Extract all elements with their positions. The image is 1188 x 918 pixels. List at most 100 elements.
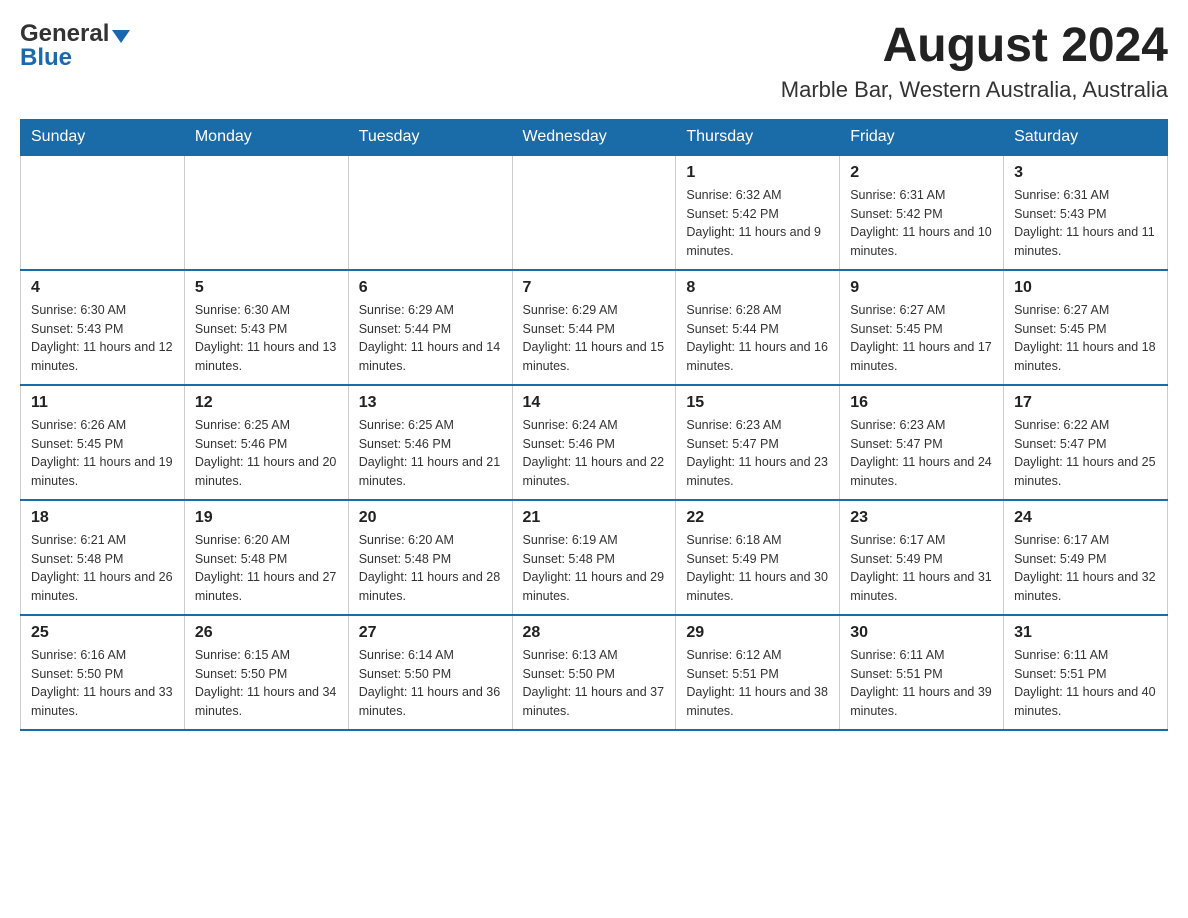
col-monday: Monday: [184, 119, 348, 155]
day-number: 3: [1014, 164, 1157, 182]
day-number: 23: [850, 509, 993, 527]
calendar-cell: 21Sunrise: 6:19 AMSunset: 5:48 PMDayligh…: [512, 500, 676, 615]
day-info: Sunrise: 6:11 AMSunset: 5:51 PMDaylight:…: [850, 646, 993, 721]
day-number: 30: [850, 624, 993, 642]
day-info: Sunrise: 6:15 AMSunset: 5:50 PMDaylight:…: [195, 646, 338, 721]
calendar-cell: 7 Sunrise: 6:29 AMSunset: 5:44 PMDaylight…: [512, 270, 676, 385]
day-info: Sunrise: 6:23 AMSunset: 5:47 PMDaylight:…: [686, 416, 829, 491]
col-thursday: Thursday: [676, 119, 840, 155]
calendar-week-3: 11 Sunrise: 6:26 AMSunset: 5:45 PMDayligh…: [21, 385, 1168, 500]
calendar-cell: 20 Sunrise: 6:20 AMSunset: 5:48 PMDayligh…: [348, 500, 512, 615]
day-number: 22: [686, 509, 829, 527]
calendar-cell: 15 Sunrise: 6:23 AMSunset: 5:47 PMDayligh…: [676, 385, 840, 500]
calendar-cell: 22 Sunrise: 6:18 AMSunset: 5:49 PMDayligh…: [676, 500, 840, 615]
calendar-cell: 31 Sunrise: 6:11 AMSunset: 5:51 PMDayligh…: [1004, 615, 1168, 730]
calendar-cell: [512, 155, 676, 270]
day-number: 28: [523, 624, 666, 642]
page-header: General Blue August 2024 Marble Bar, Wes…: [20, 20, 1168, 103]
day-info: Sunrise: 6:14 AMSunset: 5:50 PMDaylight:…: [359, 646, 502, 721]
day-info: Sunrise: 6:23 AMSunset: 5:47 PMDaylight:…: [850, 416, 993, 491]
day-info: Sunrise: 6:12 AMSunset: 5:51 PMDaylight:…: [686, 646, 829, 721]
day-info: Sunrise: 6:31 AMSunset: 5:42 PMDaylight:…: [850, 186, 993, 261]
day-number: 5: [195, 279, 338, 297]
day-number: 15: [686, 394, 829, 412]
calendar-cell: 5 Sunrise: 6:30 AMSunset: 5:43 PMDaylight…: [184, 270, 348, 385]
day-info: Sunrise: 6:27 AMSunset: 5:45 PMDaylight:…: [850, 301, 993, 376]
day-number: 26: [195, 624, 338, 642]
col-sunday: Sunday: [21, 119, 185, 155]
logo: General Blue: [20, 20, 130, 72]
day-info: Sunrise: 6:16 AMSunset: 5:50 PMDaylight:…: [31, 646, 174, 721]
day-info: Sunrise: 6:22 AMSunset: 5:47 PMDaylight:…: [1014, 416, 1157, 491]
calendar-cell: 6Sunrise: 6:29 AMSunset: 5:44 PMDaylight…: [348, 270, 512, 385]
day-info: Sunrise: 6:30 AMSunset: 5:43 PMDaylight:…: [31, 301, 174, 376]
calendar-cell: 23 Sunrise: 6:17 AMSunset: 5:49 PMDayligh…: [840, 500, 1004, 615]
day-number: 1: [686, 164, 829, 182]
calendar-cell: 27 Sunrise: 6:14 AMSunset: 5:50 PMDayligh…: [348, 615, 512, 730]
calendar-cell: 1 Sunrise: 6:32 AMSunset: 5:42 PMDaylight…: [676, 155, 840, 270]
calendar-cell: 18 Sunrise: 6:21 AMSunset: 5:48 PMDayligh…: [21, 500, 185, 615]
calendar-cell: 12 Sunrise: 6:25 AMSunset: 5:46 PMDayligh…: [184, 385, 348, 500]
day-info: Sunrise: 6:18 AMSunset: 5:49 PMDaylight:…: [686, 531, 829, 606]
calendar-cell: [348, 155, 512, 270]
day-info: Sunrise: 6:13 AMSunset: 5:50 PMDaylight:…: [523, 646, 666, 721]
day-number: 31: [1014, 624, 1157, 642]
col-tuesday: Tuesday: [348, 119, 512, 155]
day-number: 17: [1014, 394, 1157, 412]
day-number: 27: [359, 624, 502, 642]
calendar-cell: 29 Sunrise: 6:12 AMSunset: 5:51 PMDayligh…: [676, 615, 840, 730]
calendar-cell: 17 Sunrise: 6:22 AMSunset: 5:47 PMDayligh…: [1004, 385, 1168, 500]
day-info: Sunrise: 6:29 AMSunset: 5:44 PMDaylight:…: [523, 301, 666, 376]
calendar-cell: 28 Sunrise: 6:13 AMSunset: 5:50 PMDayligh…: [512, 615, 676, 730]
day-info: Sunrise: 6:25 AMSunset: 5:46 PMDaylight:…: [195, 416, 338, 491]
calendar-header-row: Sunday Monday Tuesday Wednesday Thursday…: [21, 119, 1168, 155]
day-number: 11: [31, 394, 174, 412]
logo-blue-text: Blue: [20, 44, 72, 72]
day-number: 16: [850, 394, 993, 412]
title-section: August 2024 Marble Bar, Western Australi…: [781, 20, 1168, 103]
calendar-cell: [21, 155, 185, 270]
day-number: 9: [850, 279, 993, 297]
day-info: Sunrise: 6:25 AMSunset: 5:46 PMDaylight:…: [359, 416, 502, 491]
day-number: 12: [195, 394, 338, 412]
day-info: Sunrise: 6:28 AMSunset: 5:44 PMDaylight:…: [686, 301, 829, 376]
day-number: 6: [359, 279, 502, 297]
day-number: 24: [1014, 509, 1157, 527]
calendar-cell: 19 Sunrise: 6:20 AMSunset: 5:48 PMDayligh…: [184, 500, 348, 615]
calendar-cell: 16 Sunrise: 6:23 AMSunset: 5:47 PMDayligh…: [840, 385, 1004, 500]
day-number: 4: [31, 279, 174, 297]
day-number: 7: [523, 279, 666, 297]
calendar-cell: 8 Sunrise: 6:28 AMSunset: 5:44 PMDaylight…: [676, 270, 840, 385]
day-info: Sunrise: 6:20 AMSunset: 5:48 PMDaylight:…: [359, 531, 502, 606]
day-number: 29: [686, 624, 829, 642]
col-saturday: Saturday: [1004, 119, 1168, 155]
calendar-week-4: 18 Sunrise: 6:21 AMSunset: 5:48 PMDayligh…: [21, 500, 1168, 615]
day-info: Sunrise: 6:26 AMSunset: 5:45 PMDaylight:…: [31, 416, 174, 491]
day-number: 2: [850, 164, 993, 182]
day-info: Sunrise: 6:24 AMSunset: 5:46 PMDaylight:…: [523, 416, 666, 491]
day-number: 8: [686, 279, 829, 297]
calendar-cell: 14Sunrise: 6:24 AMSunset: 5:46 PMDayligh…: [512, 385, 676, 500]
month-title: August 2024: [781, 20, 1168, 73]
col-friday: Friday: [840, 119, 1004, 155]
calendar-cell: 30 Sunrise: 6:11 AMSunset: 5:51 PMDayligh…: [840, 615, 1004, 730]
day-info: Sunrise: 6:20 AMSunset: 5:48 PMDaylight:…: [195, 531, 338, 606]
day-number: 13: [359, 394, 502, 412]
calendar-week-2: 4 Sunrise: 6:30 AMSunset: 5:43 PMDaylight…: [21, 270, 1168, 385]
day-info: Sunrise: 6:27 AMSunset: 5:45 PMDaylight:…: [1014, 301, 1157, 376]
calendar-cell: 24Sunrise: 6:17 AMSunset: 5:49 PMDayligh…: [1004, 500, 1168, 615]
day-info: Sunrise: 6:11 AMSunset: 5:51 PMDaylight:…: [1014, 646, 1157, 721]
day-info: Sunrise: 6:32 AMSunset: 5:42 PMDaylight:…: [686, 186, 829, 261]
calendar-cell: 13 Sunrise: 6:25 AMSunset: 5:46 PMDayligh…: [348, 385, 512, 500]
day-number: 25: [31, 624, 174, 642]
day-number: 19: [195, 509, 338, 527]
day-info: Sunrise: 6:30 AMSunset: 5:43 PMDaylight:…: [195, 301, 338, 376]
day-info: Sunrise: 6:21 AMSunset: 5:48 PMDaylight:…: [31, 531, 174, 606]
day-info: Sunrise: 6:17 AMSunset: 5:49 PMDaylight:…: [850, 531, 993, 606]
calendar-cell: [184, 155, 348, 270]
day-number: 18: [31, 509, 174, 527]
day-number: 20: [359, 509, 502, 527]
location-title: Marble Bar, Western Australia, Australia: [781, 77, 1168, 103]
calendar-cell: 3Sunrise: 6:31 AMSunset: 5:43 PMDaylight…: [1004, 155, 1168, 270]
day-number: 21: [523, 509, 666, 527]
